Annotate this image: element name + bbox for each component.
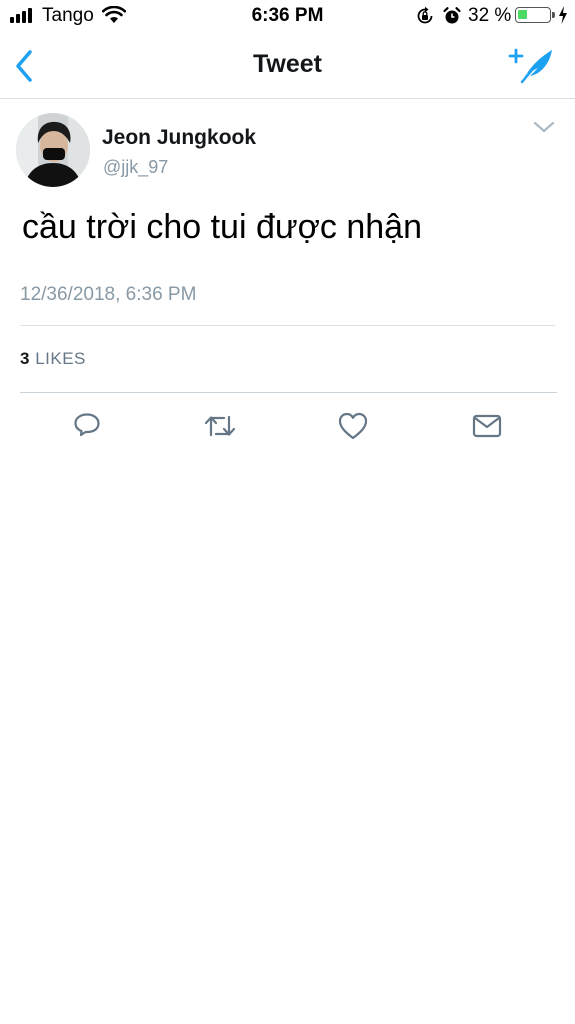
like-heart-icon [338, 412, 368, 440]
author-handle[interactable]: @jjk_97 [103, 157, 168, 178]
battery-icon [515, 7, 551, 23]
like-button[interactable] [335, 408, 371, 444]
retweet-button[interactable] [202, 408, 238, 444]
reply-icon [74, 413, 100, 437]
divider [20, 392, 557, 393]
alarm-icon [443, 7, 461, 24]
battery-percent: 32 % [468, 5, 512, 26]
likes-number: 3 [20, 349, 30, 368]
compose-tweet-icon[interactable] [508, 44, 556, 86]
status-bar: Tango 6:36 PM 32 % [0, 0, 575, 34]
page-title: Tweet [253, 50, 322, 78]
rotation-lock-icon [417, 6, 433, 24]
likes-count[interactable]: 3 LIKES [20, 349, 86, 369]
battery-level [518, 10, 527, 19]
charging-bolt-icon [559, 6, 567, 24]
author-name[interactable]: Jeon Jungkook [102, 126, 256, 150]
tweet-timestamp: 12/36/2018, 6:36 PM [20, 284, 197, 305]
navigation-bar: Tweet [0, 34, 575, 99]
share-button[interactable] [469, 408, 505, 444]
reply-button[interactable] [69, 408, 105, 444]
retweet-icon [204, 415, 236, 437]
chevron-down-icon[interactable] [530, 117, 558, 137]
battery-tip [552, 12, 555, 18]
share-mail-icon [472, 414, 502, 438]
tweet-text: cầu trời cho tui được nhận [22, 208, 422, 246]
avatar[interactable] [16, 113, 90, 187]
divider [20, 325, 555, 326]
likes-label: LIKES [35, 349, 86, 368]
